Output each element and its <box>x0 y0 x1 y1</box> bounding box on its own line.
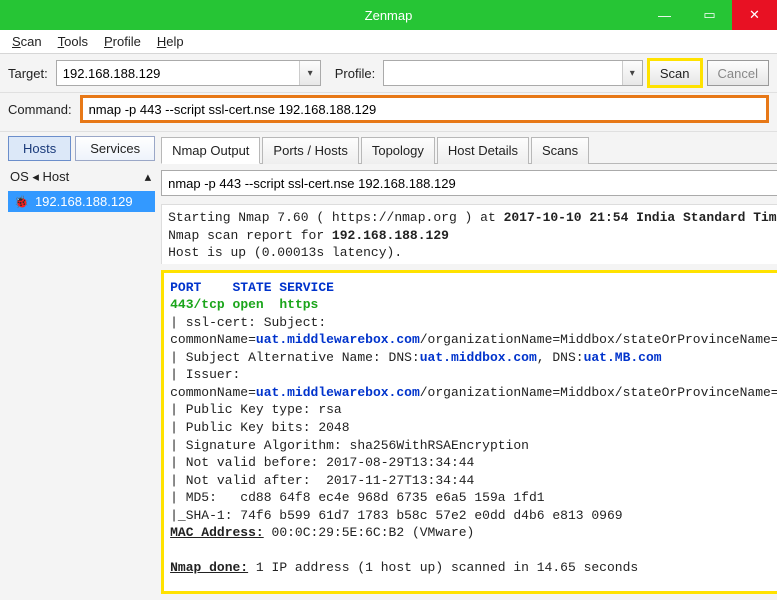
command-display-input[interactable] <box>162 171 777 195</box>
menu-help[interactable]: Help <box>151 32 190 51</box>
tab-host-details[interactable]: Host Details <box>437 137 529 164</box>
menu-tools[interactable]: Tools <box>52 32 94 51</box>
tab-topology[interactable]: Topology <box>361 137 435 164</box>
tab-scans[interactable]: Scans <box>531 137 589 164</box>
target-dropdown-icon[interactable]: ▾ <box>299 61 319 85</box>
command-input[interactable] <box>80 95 769 123</box>
scan-button[interactable]: Scan <box>649 60 701 86</box>
side-panel: Hosts Services OS ◂ Host ▴ 🐞 192.168.188… <box>0 132 161 600</box>
nmap-url-link[interactable]: https://nmap.org <box>332 210 457 225</box>
profile-input[interactable] <box>384 61 621 85</box>
sort-arrow-icon: ▴ <box>145 169 152 185</box>
profile-label: Profile: <box>335 66 375 81</box>
target-row: Target: ▾ Profile: ▾ Scan Cancel <box>0 54 777 93</box>
command-label: Command: <box>8 102 72 117</box>
host-list: 🐞 192.168.188.129 <box>8 191 155 212</box>
os-host-header[interactable]: OS ◂ Host ▴ <box>8 165 155 185</box>
menu-scan[interactable]: Scan <box>6 32 48 51</box>
menu-profile[interactable]: Profile <box>98 32 147 51</box>
profile-dropdown-icon[interactable]: ▾ <box>622 61 642 85</box>
close-button[interactable]: ✕ <box>732 0 777 30</box>
host-os-icon: 🐞 <box>14 195 29 209</box>
command-display-combo[interactable]: ▾ <box>161 170 777 196</box>
titlebar: Zenmap — ▭ ✕ <box>0 0 777 30</box>
output-preamble: Starting Nmap 7.60 ( https://nmap.org ) … <box>161 204 777 264</box>
window-controls: — ▭ ✕ <box>642 0 777 30</box>
window-title: Zenmap <box>365 8 413 23</box>
hosts-tab[interactable]: Hosts <box>8 136 71 161</box>
services-tab[interactable]: Services <box>75 136 155 161</box>
output-tabs: Nmap Output Ports / Hosts Topology Host … <box>161 136 777 164</box>
command-row: Command: <box>0 93 777 132</box>
nmap-output-pane[interactable]: PORT STATE SERVICE 443/tcp open https | … <box>161 270 777 594</box>
tab-ports-hosts[interactable]: Ports / Hosts <box>262 137 358 164</box>
host-ip: 192.168.188.129 <box>35 194 133 209</box>
cancel-button[interactable]: Cancel <box>707 60 769 86</box>
maximize-button[interactable]: ▭ <box>687 0 732 30</box>
tab-nmap-output[interactable]: Nmap Output <box>161 137 260 164</box>
target-label: Target: <box>8 66 48 81</box>
command-display-row: ▾ Details <box>161 170 777 196</box>
main-panel: Nmap Output Ports / Hosts Topology Host … <box>161 132 777 600</box>
target-combo[interactable]: ▾ <box>56 60 321 86</box>
minimize-button[interactable]: — <box>642 0 687 30</box>
target-input[interactable] <box>57 61 300 85</box>
host-item[interactable]: 🐞 192.168.188.129 <box>8 191 155 212</box>
profile-combo[interactable]: ▾ <box>383 60 643 86</box>
menu-bar: Scan Tools Profile Help <box>0 30 777 54</box>
